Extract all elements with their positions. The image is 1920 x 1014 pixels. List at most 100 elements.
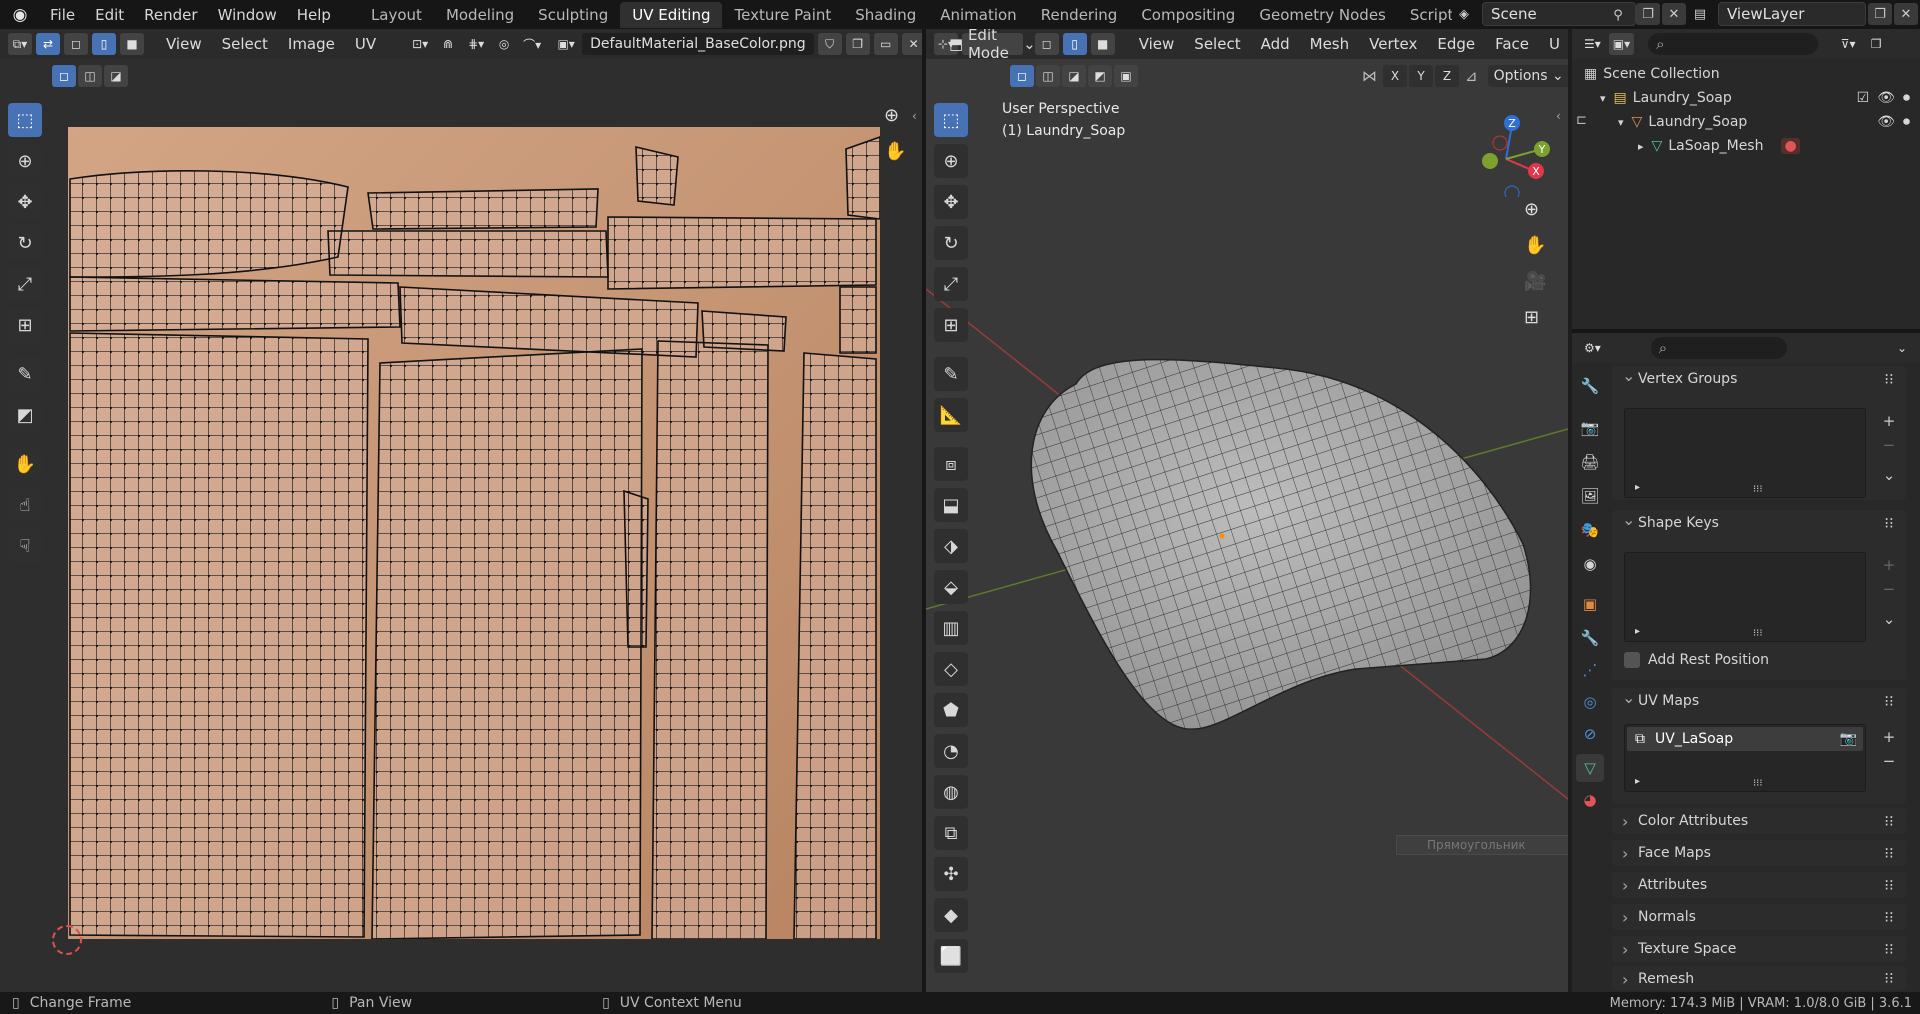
add-vertex-group-button[interactable]: +	[1878, 410, 1900, 432]
vp-tool-add-cube[interactable]: ⧈	[934, 447, 968, 481]
properties-editor-type-icon[interactable]: ⚙▾	[1580, 337, 1605, 359]
tool-select-box[interactable]: ⬚	[8, 103, 42, 137]
edge-select-icon[interactable]: ▯	[92, 33, 116, 55]
vp-tool-shrink[interactable]: ✣	[934, 857, 968, 891]
blender-logo-icon[interactable]: ◉	[0, 5, 40, 25]
list-resize-icon[interactable]: ⁝⁝⁝	[1753, 628, 1763, 639]
uv-pan-icon[interactable]: ✋	[884, 141, 906, 162]
sync-selection-icon[interactable]: ⇄	[36, 33, 60, 55]
outliner-editor-type-icon[interactable]: ☰▾	[1580, 33, 1605, 55]
filter-icon[interactable]: ⊽▾	[1836, 33, 1860, 55]
tool-scale[interactable]: ⤢	[8, 267, 42, 301]
vp-camera-icon[interactable]: 🎥	[1524, 271, 1546, 292]
new-collection-icon[interactable]: ❐	[1864, 33, 1888, 55]
snap-icon[interactable]: ⋒	[436, 33, 460, 55]
uv-sidebar-toggle-icon[interactable]: ‹	[912, 109, 917, 123]
vp-tool-inset[interactable]: ⬗	[934, 529, 968, 563]
physics-tab-icon[interactable]: ◎	[1576, 688, 1604, 716]
list-expand-icon[interactable]: ▸	[1635, 776, 1640, 787]
list-resize-icon[interactable]: ⁝⁝⁝	[1753, 778, 1763, 789]
tab-texture-paint[interactable]: Texture Paint	[722, 2, 843, 28]
uv-menu-image[interactable]: Image	[280, 35, 343, 53]
view-layer-selector-icon[interactable]: ▤	[1688, 3, 1712, 25]
vp-tool-extrude[interactable]: ⬓	[934, 488, 968, 522]
menu-edit[interactable]: Edit	[85, 6, 134, 24]
shape-keys-list[interactable]: ▸ ⁝⁝⁝	[1624, 552, 1866, 642]
outliner-item-mesh[interactable]: ▸ ▽ LaSoap_Mesh ●	[1638, 135, 1800, 157]
new-image-icon[interactable]: ❐	[845, 33, 870, 55]
constraints-tab-icon[interactable]: ⊘	[1576, 720, 1604, 748]
tab-sculpting[interactable]: Sculpting	[526, 2, 620, 28]
outliner-side-icon[interactable]: ⊏	[1576, 113, 1587, 128]
tool-pinch[interactable]: ☟	[8, 529, 42, 563]
tool-rip[interactable]: ◩	[8, 398, 42, 432]
particles-tab-icon[interactable]: ⋰	[1576, 656, 1604, 684]
data-tab-icon[interactable]: ▽	[1576, 754, 1604, 782]
outliner-root[interactable]: ▦ Scene Collection	[1584, 63, 1720, 85]
uv-texture-canvas[interactable]	[68, 127, 880, 939]
vertex-groups-list[interactable]: ▸ ⁝⁝⁝	[1624, 408, 1866, 498]
select-extend-icon[interactable]: ◫	[78, 65, 102, 87]
drag-handle-icon[interactable]: ⁝⁝	[1878, 967, 1900, 989]
face-select-icon[interactable]: ■	[120, 33, 144, 55]
add-rest-position-checkbox[interactable]	[1624, 652, 1640, 668]
remove-vertex-group-button[interactable]: −	[1878, 434, 1900, 456]
modifier-tab-icon[interactable]: 🔧	[1576, 624, 1604, 652]
view-layer-tab-icon[interactable]: 🖼	[1576, 482, 1604, 510]
display-mode-icon[interactable]: ▣▾	[1608, 33, 1635, 55]
drag-handle-icon[interactable]: ⁝⁝	[1878, 810, 1900, 832]
vp-grid-icon[interactable]: ⊞	[1524, 307, 1539, 328]
open-image-icon[interactable]: ▭	[873, 33, 898, 55]
properties-options-icon[interactable]: ⌄	[1890, 337, 1914, 359]
outliner-search-input[interactable]: ⌕	[1648, 33, 1819, 55]
vp-tool-rip[interactable]: ⬜	[934, 939, 968, 973]
attributes-title[interactable]: Attributes	[1612, 872, 1906, 898]
tool-cursor[interactable]: ⊕	[8, 144, 42, 178]
new-view-layer-icon[interactable]: ❐	[1868, 3, 1892, 25]
tool-grab[interactable]: ✋	[8, 447, 42, 481]
color-attributes-panel[interactable]: Color Attributes⁝⁝	[1612, 808, 1906, 834]
remesh-panel[interactable]: Remesh⁝⁝	[1612, 966, 1906, 990]
menu-render[interactable]: Render	[134, 6, 207, 24]
list-expand-icon[interactable]: ▸	[1635, 626, 1640, 637]
vp-tool-knife[interactable]: ◇	[934, 652, 968, 686]
drag-handle-icon[interactable]: ⁝⁝	[1878, 842, 1900, 864]
vertex-groups-title[interactable]: Vertex Groups	[1612, 366, 1906, 392]
render-active-camera-icon[interactable]: 📷	[1840, 731, 1857, 747]
shape-keys-title[interactable]: Shape Keys	[1612, 510, 1906, 536]
uv-maps-title[interactable]: UV Maps	[1612, 688, 1906, 714]
attributes-panel[interactable]: Attributes⁝⁝	[1612, 872, 1906, 898]
uv-menu-select[interactable]: Select	[214, 35, 276, 53]
new-scene-icon[interactable]: ❐	[1636, 3, 1660, 25]
vp-tool-select-box[interactable]: ⬚	[934, 103, 968, 137]
tab-rendering[interactable]: Rendering	[1029, 2, 1130, 28]
list-expand-icon[interactable]: ▸	[1635, 482, 1640, 493]
scene-tab-icon[interactable]: 🎭	[1576, 516, 1604, 544]
browse-image-icon[interactable]: ▣▾	[554, 33, 578, 55]
remove-shape-key-button[interactable]: −	[1878, 578, 1900, 600]
tab-compositing[interactable]: Compositing	[1129, 2, 1247, 28]
drag-handle-icon[interactable]: ⁝⁝	[1878, 906, 1900, 928]
proportional-edit-icon[interactable]: ◎	[492, 33, 516, 55]
select-new-icon[interactable]: ◻	[52, 65, 76, 87]
pivot-icon[interactable]: ⊡▾	[408, 33, 432, 55]
tab-layout[interactable]: Layout	[359, 2, 434, 28]
eye-icon[interactable]: 👁	[1877, 114, 1895, 130]
vp-tool-edge-slide[interactable]: ⧉	[934, 816, 968, 850]
fake-user-icon[interactable]: ⛉	[817, 33, 842, 55]
vp-tool-cursor[interactable]: ⊕	[934, 144, 968, 178]
unlink-image-icon[interactable]: ✕	[901, 33, 922, 55]
vp-tool-move[interactable]: ✥	[934, 185, 968, 219]
tool-move[interactable]: ✥	[8, 185, 42, 219]
world-tab-icon[interactable]: ◉	[1576, 550, 1604, 578]
vp-tool-smooth[interactable]: ◍	[934, 775, 968, 809]
material-icon[interactable]: ●	[1781, 138, 1800, 154]
shape-key-specials-icon[interactable]: ⌄	[1878, 608, 1900, 630]
tab-animation[interactable]: Animation	[928, 2, 1028, 28]
vp-tool-annotate[interactable]: ✎	[934, 357, 968, 391]
select-subtract-icon[interactable]: ◪	[104, 65, 128, 87]
tool-rotate[interactable]: ↻	[8, 226, 42, 260]
uv-menu-uv[interactable]: UV	[347, 35, 384, 53]
vertex-select-icon[interactable]: ◻	[64, 33, 88, 55]
uv-zoom-icon[interactable]: ⊕	[884, 105, 899, 126]
